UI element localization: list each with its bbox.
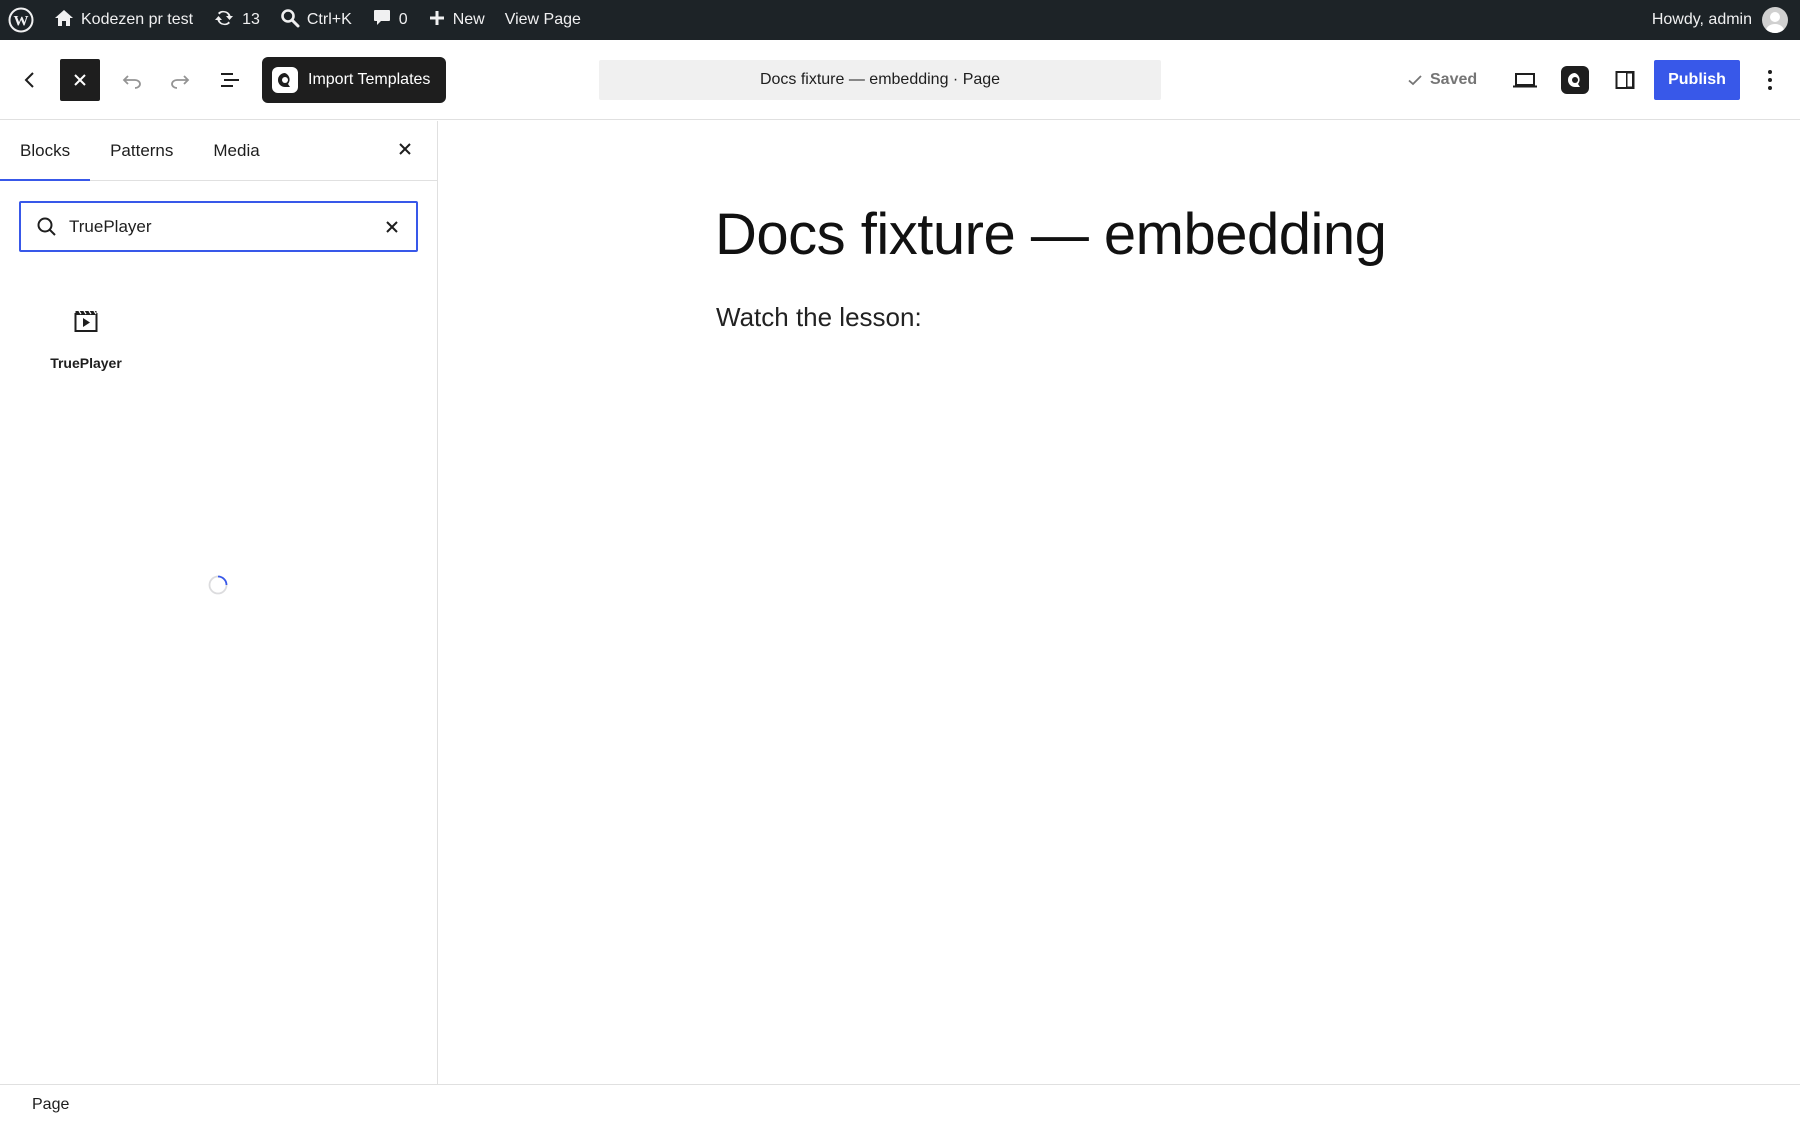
tab-media[interactable]: Media bbox=[193, 121, 279, 180]
site-name-link[interactable]: Kodezen pr test bbox=[44, 0, 203, 40]
breadcrumb-item[interactable]: Page bbox=[32, 1096, 69, 1114]
templates-plugin-button[interactable] bbox=[1555, 60, 1595, 100]
chevron-left-icon bbox=[18, 68, 42, 92]
comments-link[interactable]: 0 bbox=[362, 0, 418, 40]
block-result-item[interactable]: TruePlayer bbox=[30, 305, 142, 405]
block-inserter-panel: Blocks Patterns Media TruePlayer bbox=[0, 121, 438, 1084]
saved-indicator: Saved bbox=[1406, 60, 1477, 100]
settings-sidebar-button[interactable] bbox=[1605, 60, 1645, 100]
block-search-field[interactable] bbox=[19, 201, 418, 252]
close-icon bbox=[70, 70, 90, 90]
sidebar-toggle-icon bbox=[1613, 68, 1637, 92]
editor-canvas: Docs fixture — embedding Watch the lesso… bbox=[439, 121, 1800, 1084]
templates-logo-icon bbox=[272, 67, 298, 93]
admin-bar: W Kodezen pr test 13 Ctrl+K 0 New View P… bbox=[0, 0, 1800, 40]
toggle-inserter-button[interactable] bbox=[60, 59, 100, 101]
undo-button[interactable] bbox=[112, 60, 152, 100]
tab-blocks[interactable]: Blocks bbox=[0, 121, 91, 181]
tab-media-label: Media bbox=[213, 140, 260, 160]
block-search-input[interactable] bbox=[69, 216, 369, 237]
document-overview-button[interactable] bbox=[210, 60, 250, 100]
document-title: Docs fixture — embedding · Page bbox=[759, 71, 1001, 88]
greeting: Howdy, admin bbox=[1651, 11, 1752, 28]
updates-count: 13 bbox=[242, 11, 260, 28]
check-icon bbox=[1406, 71, 1424, 89]
saved-label: Saved bbox=[1430, 71, 1478, 88]
home-icon bbox=[54, 8, 74, 33]
post-title[interactable]: Docs fixture — embedding bbox=[715, 201, 1387, 268]
comment-icon bbox=[372, 8, 392, 33]
tab-patterns-label: Patterns bbox=[110, 140, 174, 160]
close-inserter-button[interactable] bbox=[387, 133, 423, 169]
editor-header: Import Templates Docs fixture — embeddin… bbox=[0, 40, 1800, 120]
svg-text:W: W bbox=[14, 14, 29, 30]
new-label: New bbox=[452, 11, 485, 28]
my-account-menu[interactable]: Howdy, admin bbox=[1652, 0, 1800, 40]
view-page-link[interactable]: View Page bbox=[495, 0, 591, 40]
block-result-label: TruePlayer bbox=[50, 355, 122, 371]
plus-icon bbox=[428, 9, 446, 32]
options-button[interactable] bbox=[1752, 60, 1788, 100]
search-icon bbox=[280, 8, 300, 33]
close-icon bbox=[386, 221, 398, 233]
updates-link[interactable]: 13 bbox=[203, 0, 270, 40]
list-view-icon bbox=[218, 68, 242, 92]
new-content-link[interactable]: New bbox=[418, 0, 495, 40]
preview-button[interactable] bbox=[1505, 60, 1545, 100]
search-icon bbox=[35, 215, 59, 239]
desktop-preview-icon bbox=[1512, 68, 1538, 92]
block-breadcrumb: Page bbox=[0, 1084, 1800, 1125]
publish-label: Publish bbox=[1668, 71, 1726, 88]
updates-icon bbox=[213, 8, 235, 33]
search-shortcut: Ctrl+K bbox=[306, 11, 352, 28]
comments-count: 0 bbox=[398, 11, 408, 28]
loading-spinner-icon bbox=[208, 575, 228, 595]
view-page-label: View Page bbox=[504, 11, 581, 28]
video-block-icon bbox=[70, 305, 102, 337]
wordpress-logo-icon[interactable]: W bbox=[0, 0, 44, 40]
more-vertical-icon bbox=[1767, 69, 1773, 91]
import-templates-button[interactable]: Import Templates bbox=[262, 57, 446, 103]
redo-icon bbox=[168, 68, 192, 92]
clear-search-button[interactable] bbox=[378, 213, 406, 241]
templates-plugin-icon bbox=[1561, 66, 1589, 94]
redo-button[interactable] bbox=[160, 60, 200, 100]
document-title-bar[interactable]: Docs fixture — embedding · Page bbox=[599, 60, 1161, 100]
command-palette-link[interactable]: Ctrl+K bbox=[270, 0, 362, 40]
undo-icon bbox=[120, 68, 144, 92]
tab-blocks-label: Blocks bbox=[20, 140, 71, 160]
import-templates-label: Import Templates bbox=[308, 71, 431, 88]
close-icon bbox=[396, 140, 414, 163]
tab-patterns[interactable]: Patterns bbox=[90, 121, 193, 180]
paragraph-block[interactable]: Watch the lesson: bbox=[716, 302, 922, 333]
inserter-tabs: Blocks Patterns Media bbox=[0, 121, 437, 181]
avatar bbox=[1762, 7, 1788, 33]
site-name: Kodezen pr test bbox=[81, 11, 194, 28]
publish-button[interactable]: Publish bbox=[1654, 60, 1740, 100]
back-button[interactable] bbox=[12, 60, 48, 100]
